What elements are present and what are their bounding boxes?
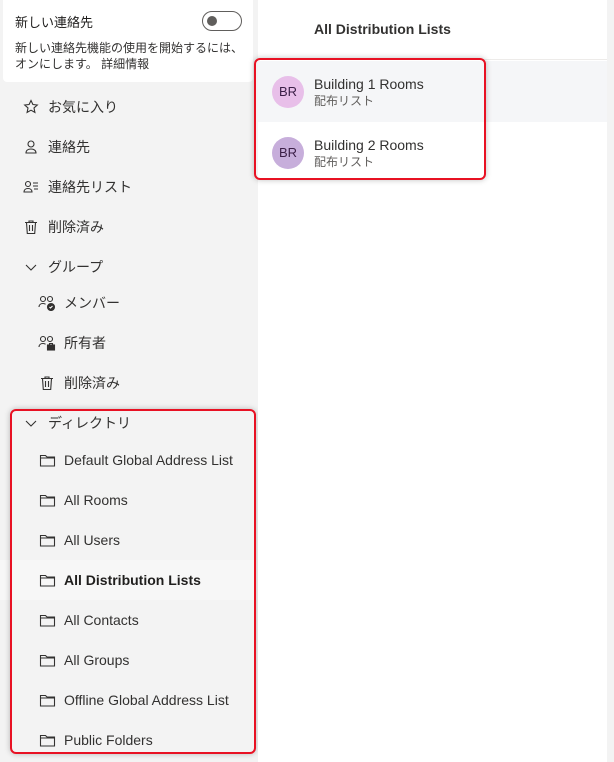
nav-deleted-label: 削除済み <box>48 219 104 235</box>
people-owner-icon <box>38 334 56 352</box>
item-name: Building 1 Rooms <box>314 75 424 92</box>
nav-favorites-label: お気に入り <box>48 99 118 115</box>
list-header: All Distribution Lists <box>314 21 451 37</box>
star-icon <box>22 98 40 116</box>
sidebar: 新しい連絡先 新しい連絡先機能の使用を開始するには、オンにします。 詳細情報 お… <box>0 0 257 762</box>
nav-directory-item-label: All Contacts <box>64 612 139 628</box>
new-contacts-title: 新しい連絡先 <box>15 15 94 30</box>
folder-icon <box>38 491 56 509</box>
chevron-down-icon <box>22 258 40 276</box>
new-contacts-toggle[interactable] <box>202 11 242 31</box>
folder-icon <box>38 571 56 589</box>
nav-directory-item-label: All Users <box>64 532 121 548</box>
nav-directory-item-label: Default Global Address List <box>64 452 233 468</box>
nav-directory-label: ディレクトリ <box>48 415 132 431</box>
nav-groups-label: グループ <box>48 259 104 275</box>
people-check-icon <box>38 294 56 312</box>
header-divider <box>258 59 607 60</box>
folder-icon <box>38 691 56 709</box>
item-type: 配布リスト <box>314 93 375 108</box>
nav-directory-item-label: All Groups <box>64 652 130 668</box>
nav-directory-item-label: Public Folders <box>64 732 153 748</box>
contact-list-icon <box>22 178 40 196</box>
avatar: BR <box>272 136 304 169</box>
avatar: BR <box>272 75 304 108</box>
nav-groups-members[interactable]: メンバー <box>0 283 257 323</box>
nav-directory-header[interactable]: ディレクトリ <box>0 403 257 443</box>
folder-icon <box>38 451 56 469</box>
nav-directory-item[interactable]: All Groups <box>0 640 257 680</box>
right-edge <box>607 0 614 762</box>
nav-directory-item[interactable]: Default Global Address List <box>0 440 257 480</box>
nav-directory-item[interactable]: All Rooms <box>0 480 257 520</box>
folder-icon <box>38 611 56 629</box>
list-item[interactable]: BR Building 2 Rooms 配布リスト <box>258 122 607 183</box>
list-item[interactable]: BR Building 1 Rooms 配布リスト <box>258 61 607 122</box>
nav-deleted[interactable]: 削除済み <box>0 207 257 247</box>
trash-icon <box>22 218 40 236</box>
nav-groups-deleted[interactable]: 削除済み <box>0 363 257 403</box>
nav-directory-item-label: All Distribution Lists <box>64 572 201 588</box>
nav-favorites[interactable]: お気に入り <box>0 87 257 127</box>
nav-groups-owners[interactable]: 所有者 <box>0 323 257 363</box>
nav-contacts-label: 連絡先 <box>48 139 90 155</box>
nav-contact-lists-label: 連絡先リスト <box>48 179 132 195</box>
nav-directory-item[interactable]: All Users <box>0 520 257 560</box>
item-name: Building 2 Rooms <box>314 136 424 153</box>
new-contacts-card: 新しい連絡先 新しい連絡先機能の使用を開始するには、オンにします。 詳細情報 <box>3 0 253 82</box>
folder-icon <box>38 531 56 549</box>
toggle-knob <box>207 16 217 26</box>
nav-groups-header[interactable]: グループ <box>0 247 257 287</box>
nav-contact-lists[interactable]: 連絡先リスト <box>0 167 257 207</box>
nav-members-label: メンバー <box>64 295 120 311</box>
nav-directory-item[interactable]: All Distribution Lists <box>0 560 257 600</box>
folder-icon <box>38 731 56 749</box>
nav-directory-item[interactable]: All Contacts <box>0 600 257 640</box>
person-icon <box>22 138 40 156</box>
folder-icon <box>38 651 56 669</box>
trash-icon <box>38 374 56 392</box>
item-type: 配布リスト <box>314 154 375 169</box>
nav-directory-item-label: Offline Global Address List <box>64 692 229 708</box>
main-pane: All Distribution Lists BR Building 1 Room… <box>258 0 607 762</box>
chevron-down-icon <box>22 414 40 432</box>
more-info-link[interactable]: 詳細情報 <box>101 57 149 71</box>
nav-directory-item[interactable]: Offline Global Address List <box>0 680 257 720</box>
nav-contacts[interactable]: 連絡先 <box>0 127 257 167</box>
nav-directory-item[interactable]: Public Folders <box>0 720 257 760</box>
nav-groups-deleted-label: 削除済み <box>64 375 120 391</box>
nav-directory-item-label: All Rooms <box>64 492 128 508</box>
new-contacts-description: 新しい連絡先機能の使用を開始するには、オンにします。 詳細情報 <box>15 40 247 72</box>
nav-owners-label: 所有者 <box>64 335 106 351</box>
